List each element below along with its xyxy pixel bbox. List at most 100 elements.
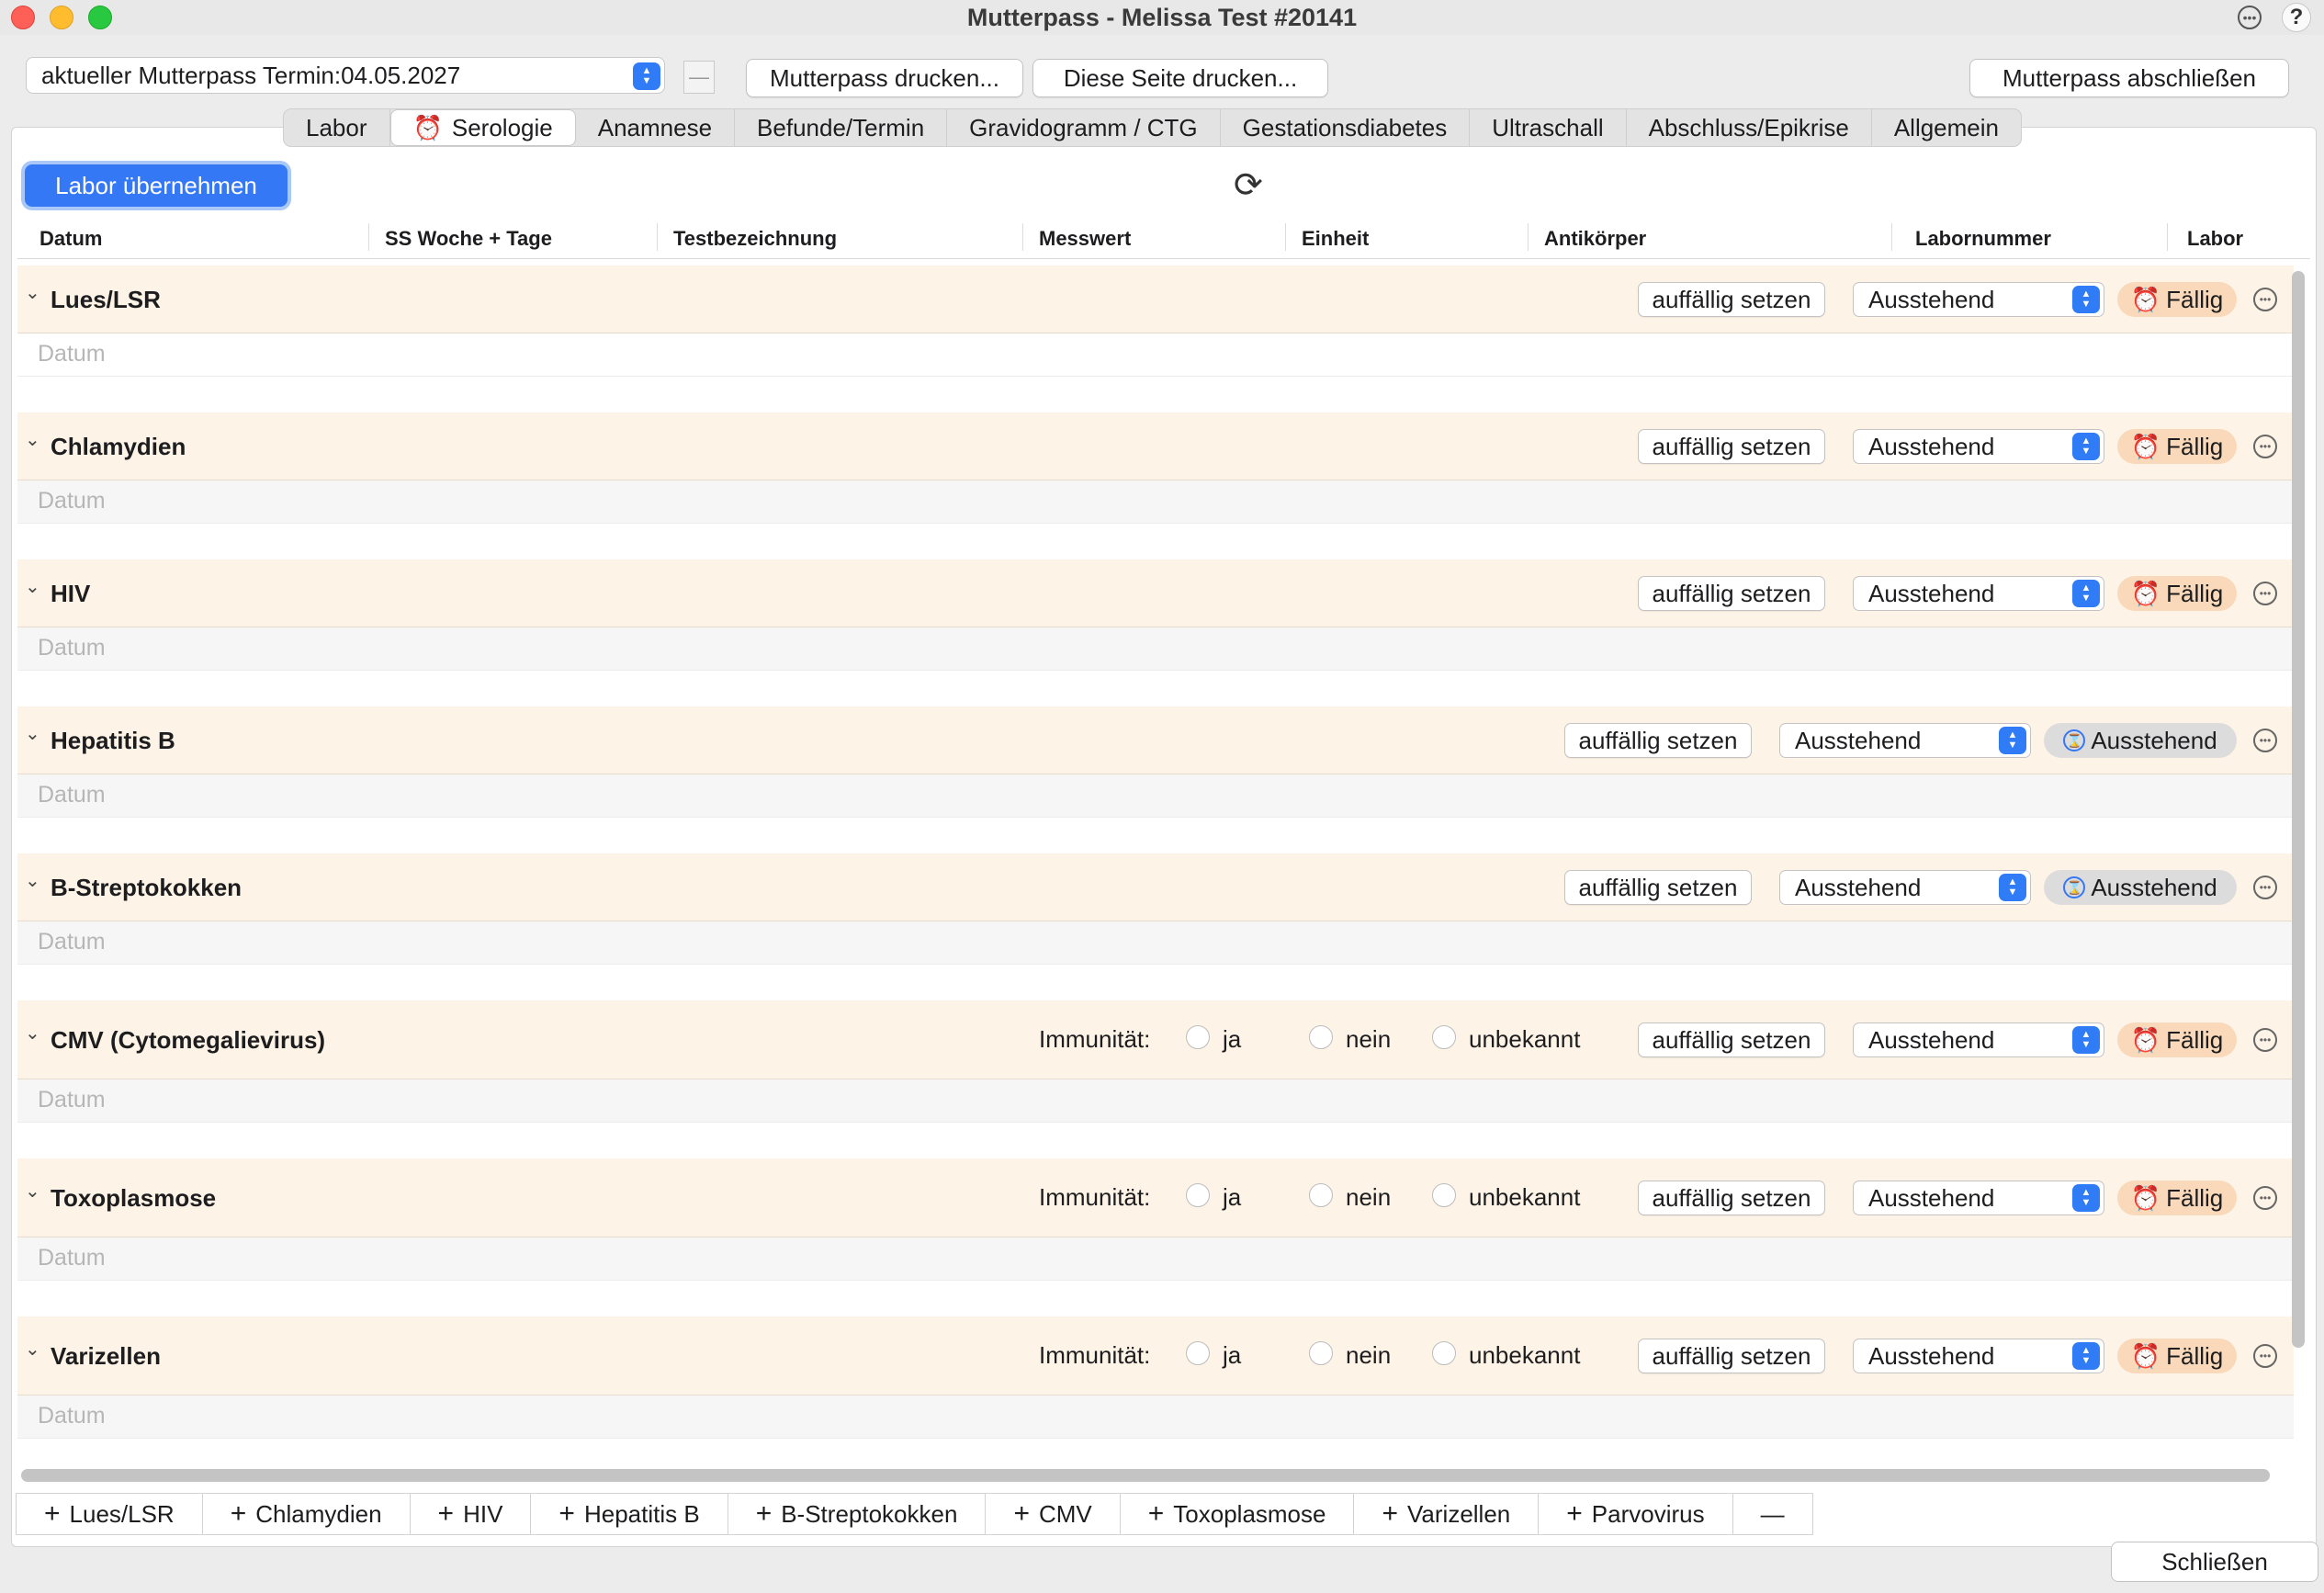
section-header[interactable]: ⌄ Hepatitis B auffällig setzen Ausstehend ▲ ▼…: [17, 706, 2294, 774]
immunity-radio-2[interactable]: [1432, 1341, 1456, 1365]
col-testbezeichnung[interactable]: Testbezeichnung: [673, 227, 837, 251]
immunity-radio-1[interactable]: [1309, 1183, 1333, 1207]
add-section-button[interactable]: + B-Streptokokken: [728, 1494, 987, 1534]
tab-labor[interactable]: Labor: [284, 109, 390, 146]
more-options-icon[interactable]: •••: [2253, 1028, 2277, 1052]
help-icon[interactable]: ?: [2282, 3, 2311, 32]
immunity-radio-0[interactable]: [1186, 1183, 1210, 1207]
auffaellig-setzen-button[interactable]: auffällig setzen: [1564, 723, 1752, 758]
immunity-radio-0[interactable]: [1186, 1025, 1210, 1049]
col-labornummer[interactable]: Labornummer: [1915, 227, 2051, 251]
tab-serologie[interactable]: ⏰ Serologie: [389, 109, 576, 146]
immunity-radio-2[interactable]: [1432, 1183, 1456, 1207]
section-header[interactable]: ⌄ CMV (Cytomegalievirus) Immunität: ja nein u…: [17, 1000, 2294, 1079]
add-section-button[interactable]: + HIV: [411, 1494, 532, 1534]
immunity-radio-2[interactable]: [1432, 1025, 1456, 1049]
vertical-scrollbar[interactable]: [2292, 271, 2305, 1348]
horizontal-scrollbar[interactable]: [21, 1469, 2270, 1482]
print-page-button[interactable]: Diese Seite drucken...: [1032, 59, 1328, 97]
section-header[interactable]: ⌄ Lues/LSR auffällig setzen Ausstehend ▲ ▼ ⏰ Fä…: [17, 266, 2294, 333]
auffaellig-setzen-button[interactable]: auffällig setzen: [1564, 870, 1752, 905]
col-antikoerper[interactable]: Antikörper: [1544, 227, 1646, 251]
add-section-button[interactable]: + Toxoplasmose: [1121, 1494, 1355, 1534]
datum-row[interactable]: Datum: [17, 627, 2294, 671]
section-header[interactable]: ⌄ Chlamydien auffällig setzen Ausstehend ▲ ▼ ⏰…: [17, 412, 2294, 480]
status-select[interactable]: Ausstehend ▲ ▼: [1853, 1022, 2104, 1057]
close-mutterpass-button[interactable]: Mutterpass abschließen: [1969, 59, 2289, 97]
status-select[interactable]: Ausstehend ▲ ▼: [1853, 1339, 2104, 1373]
add-section-button[interactable]: + CMV: [986, 1494, 1121, 1534]
add-section-button[interactable]: + Hepatitis B: [531, 1494, 728, 1534]
print-mutterpass-button[interactable]: Mutterpass drucken...: [746, 59, 1023, 97]
col-labor[interactable]: Labor: [2187, 227, 2243, 251]
remove-termin-button[interactable]: —: [683, 61, 715, 94]
tab-gestationsdiabetes[interactable]: Gestationsdiabetes: [1221, 109, 1471, 146]
tab-befunde-termin[interactable]: Befunde/Termin: [735, 109, 948, 146]
status-select[interactable]: Ausstehend ▲ ▼: [1779, 870, 2031, 905]
termin-select[interactable]: aktueller Mutterpass Termin:04.05.2027 ▲…: [26, 57, 665, 94]
status-text: Fällig: [2166, 1341, 2224, 1370]
status-select[interactable]: Ausstehend ▲ ▼: [1853, 1181, 2104, 1215]
col-datum[interactable]: Datum: [39, 227, 102, 251]
status-select[interactable]: Ausstehend ▲ ▼: [1853, 429, 2104, 464]
tab-abschluss-epikrise[interactable]: Abschluss/Epikrise: [1627, 109, 1872, 146]
chevron-down-icon[interactable]: ⌄: [25, 869, 40, 892]
section-header[interactable]: ⌄ B-Streptokokken auffällig setzen Ausstehe…: [17, 853, 2294, 921]
refresh-icon[interactable]: ⟳: [1234, 168, 1263, 203]
remove-section-button[interactable]: —: [1733, 1494, 1813, 1534]
datum-row[interactable]: Datum: [17, 480, 2294, 524]
immunity-radio-1[interactable]: [1309, 1025, 1333, 1049]
more-options-icon[interactable]: •••: [2253, 1186, 2277, 1210]
immunity-radio-1[interactable]: [1309, 1341, 1333, 1365]
col-ss-woche[interactable]: SS Woche + Tage: [385, 227, 552, 251]
close-window-button[interactable]: [11, 6, 35, 29]
chevron-down-icon[interactable]: ⌄: [25, 575, 40, 598]
tab-anamnese[interactable]: Anamnese: [576, 109, 736, 146]
auffaellig-setzen-button[interactable]: auffällig setzen: [1638, 576, 1825, 611]
col-messwert[interactable]: Messwert: [1039, 227, 1131, 251]
chevron-down-icon[interactable]: ⌄: [25, 281, 40, 304]
auffaellig-setzen-button[interactable]: auffällig setzen: [1638, 1181, 1825, 1215]
chevron-down-icon[interactable]: ⌄: [25, 428, 40, 451]
more-options-icon[interactable]: •••: [2253, 729, 2277, 752]
section-header[interactable]: ⌄ Toxoplasmose Immunität: ja nein unbekannt au…: [17, 1158, 2294, 1237]
datum-row[interactable]: Datum: [17, 1395, 2294, 1439]
datum-row[interactable]: Datum: [17, 1079, 2294, 1123]
more-options-icon[interactable]: •••: [2253, 288, 2277, 311]
status-select[interactable]: Ausstehend ▲ ▼: [1853, 282, 2104, 317]
datum-row[interactable]: Datum: [17, 1237, 2294, 1281]
datum-row[interactable]: Datum: [17, 921, 2294, 965]
status-select[interactable]: Ausstehend ▲ ▼: [1853, 576, 2104, 611]
auffaellig-setzen-button[interactable]: auffällig setzen: [1638, 429, 1825, 464]
schliessen-button[interactable]: Schließen: [2111, 1542, 2318, 1582]
datum-row[interactable]: Datum: [17, 333, 2294, 377]
datum-row[interactable]: Datum: [17, 774, 2294, 818]
add-section-button[interactable]: + Parvovirus: [1539, 1494, 1733, 1534]
add-section-button[interactable]: + Chlamydien: [203, 1494, 411, 1534]
status-select[interactable]: Ausstehend ▲ ▼: [1779, 723, 2031, 758]
immunity-radio-0[interactable]: [1186, 1341, 1210, 1365]
col-einheit[interactable]: Einheit: [1302, 227, 1369, 251]
zoom-window-button[interactable]: [88, 6, 112, 29]
more-options-icon[interactable]: •••: [2253, 435, 2277, 458]
chevron-down-icon[interactable]: ⌄: [25, 1338, 40, 1361]
tab-gravidogramm-ctg[interactable]: Gravidogramm / CTG: [947, 109, 1221, 146]
labor-uebernehmen-button[interactable]: Labor übernehmen: [25, 164, 288, 207]
add-section-button[interactable]: + Lues/LSR: [17, 1494, 203, 1534]
tab-allgemein[interactable]: Allgemein: [1872, 109, 2021, 146]
chevron-down-icon[interactable]: ⌄: [25, 722, 40, 745]
more-options-icon[interactable]: •••: [2253, 582, 2277, 605]
auffaellig-setzen-button[interactable]: auffällig setzen: [1638, 282, 1825, 317]
tab-ultraschall[interactable]: Ultraschall: [1470, 109, 1627, 146]
more-options-icon[interactable]: •••: [2238, 6, 2262, 29]
section-header[interactable]: ⌄ Varizellen Immunität: ja nein unbekannt auff…: [17, 1316, 2294, 1395]
more-options-icon[interactable]: •••: [2253, 876, 2277, 899]
minimize-window-button[interactable]: [50, 6, 73, 29]
section-header[interactable]: ⌄ HIV auffällig setzen Ausstehend ▲ ▼ ⏰ Fällig •…: [17, 559, 2294, 627]
auffaellig-setzen-button[interactable]: auffällig setzen: [1638, 1339, 1825, 1373]
chevron-down-icon[interactable]: ⌄: [25, 1180, 40, 1203]
add-section-button[interactable]: + Varizellen: [1354, 1494, 1540, 1534]
chevron-down-icon[interactable]: ⌄: [25, 1022, 40, 1045]
auffaellig-setzen-button[interactable]: auffällig setzen: [1638, 1022, 1825, 1057]
more-options-icon[interactable]: •••: [2253, 1344, 2277, 1368]
